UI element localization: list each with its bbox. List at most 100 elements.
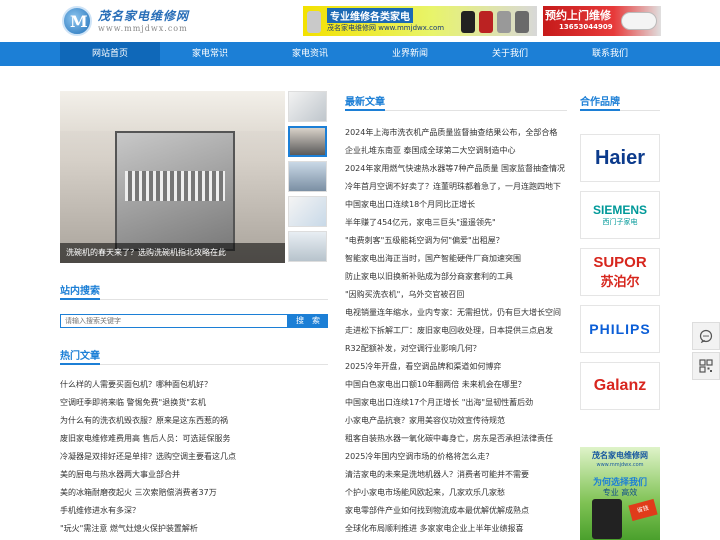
brand-name: SIEMENS [592,203,647,217]
hot-article-link[interactable]: 手机维修进水有多深？ [60,502,328,520]
latest-article-link[interactable]: "电费刺客"五级能耗空调为何"偏爱"出租屋？ [345,232,567,250]
hot-article-link[interactable]: 为什么有的洗衣机毁衣服？原来是这东西惹的祸 [60,412,328,430]
nav-item-knowledge[interactable]: 家电常识 [160,42,260,66]
site-logo[interactable]: M 茂名家电维修网 www.mmjdwx.com [62,6,197,36]
latest-article-link[interactable]: 个护小家电市场能风欧起来，几家欢乐几家愁 [345,484,567,502]
ad-title: 茂名家电维修网 [592,451,648,460]
hot-section-title: 热门文章 [60,351,100,362]
latest-article-link[interactable]: 防止家电以旧换新补贴成为部分商家套利的工具 [345,268,567,286]
dish-rack-image [125,171,225,201]
qrcode-button[interactable] [692,352,720,380]
ad-slogan-sub: 专业 高效 [602,488,638,497]
slider-thumb[interactable] [288,126,327,157]
search-button[interactable]: 搜 索 [288,314,328,328]
ad-badge: 省钱 [628,498,658,522]
appliance-image [479,11,493,33]
brand-logo-galanz[interactable]: Galanz [580,362,660,410]
title-underline [60,298,100,300]
hot-article-list: 什么样的人需要买面包机？哪种面包机好？ 空调旺季即将来临 警惕免费"退换货"玄机… [60,376,328,538]
title-underline [345,109,385,111]
hot-article-link[interactable]: 美的厨电与热水器两大事业部合并 [60,466,328,484]
slider-thumb[interactable] [288,161,327,192]
divider [60,299,328,300]
ad-url: www.mmjdwx.com [596,462,644,468]
latest-article-link[interactable]: 智能家电出海正当时，国产智能硬件厂商加速突围 [345,250,567,268]
latest-article-link[interactable]: 租客自装热水器一氧化碳中毒身亡，房东是否承担法律责任 [345,430,567,448]
featured-slider[interactable]: 洗碗机的春天来了？选购洗碗机指北攻略在此 [60,91,285,263]
nav-item-contact[interactable]: 联系我们 [560,42,660,66]
latest-article-link[interactable]: 2025冷年开盘，看空调品牌和渠道如何博弈 [345,358,567,376]
banner-repair-services[interactable]: 专业维修各类家电 茂名家电维修网 www.mmjdwx.com [303,6,537,36]
appliance-image [497,11,511,33]
slider-background [60,91,285,131]
banner-booking[interactable]: 预约上门维修 13653044909 [543,6,661,36]
nav-item-about[interactable]: 关于我们 [460,42,560,66]
latest-article-link[interactable]: 全球化布局顺利推进 多家家电企业上半年业绩报喜 [345,520,567,538]
hot-article-link[interactable]: 空调旺季即将来临 警惕免费"退换货"玄机 [60,394,328,412]
search-section-title: 站内搜索 [60,286,100,297]
search-input[interactable] [60,314,288,328]
logo-emblem: M [62,6,92,36]
latest-article-link[interactable]: 2024年上海市洗衣机产品质量监督抽查结果公布，全部合格 [345,124,567,142]
brand-name: Haier [594,146,646,169]
banner-title: 专业维修各类家电 [327,8,413,23]
latest-section-title: 最新文章 [345,97,385,108]
appliance-image [461,11,475,33]
latest-article-link[interactable]: 电视销量连年缩水，业内专家：无需担忧，仍有巨大增长空间 [345,304,567,322]
banner-subtitle: 茂名家电维修网 www.mmjdwx.com [327,24,445,32]
latest-article-list: 2024年上海市洗衣机产品质量监督抽查结果公布，全部合格 企业扎堆东南亚 泰国成… [345,124,567,538]
latest-article-link[interactable]: 2024年家用燃气快速热水器等7种产品质量 国家监督抽查情况 [345,160,567,178]
brands-section-title: 合作品牌 [580,97,620,108]
latest-article-link[interactable]: 冷年首月空调不好卖了？连董明珠都着急了，一月连跑四地下 [345,178,567,196]
booking-phone: 13653044909 [559,23,613,31]
brand-name: SUPOR [593,254,647,271]
phone-image [592,499,622,539]
qrcode-icon [699,359,713,373]
hot-article-link[interactable]: 废旧家电维修难费用高 售后人员：可选延保服务 [60,430,328,448]
slider-caption[interactable]: 洗碗机的春天来了？选购洗碗机指北攻略在此 [60,243,285,263]
brand-subname: 西门子家电 [602,218,638,226]
slider-thumb[interactable] [288,91,327,122]
brand-logo-haier[interactable]: Haier [580,134,660,182]
latest-article-link[interactable]: R32配额补发，对空调行业影响几何？ [345,340,567,358]
chat-button[interactable] [692,322,720,350]
brand-logo-siemens[interactable]: SIEMENS 西门子家电 [580,191,660,239]
latest-article-link[interactable]: 企业扎堆东南亚 泰国成全球第二大空调制造中心 [345,142,567,160]
appliance-image [515,11,529,33]
brand-subname: 苏泊尔 [600,275,640,290]
water-heater-image [621,12,657,30]
latest-article-link[interactable]: 清洁家电的未来是洗地机器人？消费者可能并不需要 [345,466,567,484]
latest-article-link[interactable]: 家电零部件产业如何找到物流成本最优解优解成熟点 [345,502,567,520]
sidebar-ad[interactable]: 茂名家电维修网 www.mmjdwx.com 为何选择我们 专业 高效 省钱 [580,447,660,540]
brand-name: PHILIPS [589,321,651,337]
brand-logo-supor[interactable]: SUPOR 苏泊尔 [580,248,660,296]
latest-article-link[interactable]: 中国家电出口连续18个月同比正增长 [345,196,567,214]
main-nav: 网站首页 家电常识 家电资讯 业界新闻 关于我们 联系我们 [0,42,720,66]
latest-article-link[interactable]: 半年赚了454亿元，家电三巨头"遥遥领先" [345,214,567,232]
latest-article-link[interactable]: 中国白色家电出口额10年翻两倍 未来机会在哪里？ [345,376,567,394]
latest-article-link[interactable]: 2025冷年国内空调市场的价格将怎么走？ [345,448,567,466]
site-header: M 茂名家电维修网 www.mmjdwx.com 专业维修各类家电 茂名家电维修… [0,0,720,42]
chat-icon [699,329,713,343]
latest-article-link[interactable]: 走进松下拆解工厂：废旧家电回收处理，日本提供三点启发 [345,322,567,340]
nav-item-news[interactable]: 家电资讯 [260,42,360,66]
latest-article-link[interactable]: "因购买洗衣机"，乌外交官被召回 [345,286,567,304]
title-underline [60,363,100,365]
hot-article-link[interactable]: "玩火"需注意 燃气灶熄火保护装置解析 [60,520,328,538]
hot-article-link[interactable]: 美的冰箱耐磨夜起火 三次索赔偿消费者37万 [60,484,328,502]
booking-title: 预约上门维修 [545,9,611,22]
logo-url: www.mmjdwx.com [98,24,188,33]
slider-thumb[interactable] [288,231,327,262]
slider-thumb[interactable] [288,196,327,227]
nav-item-industry[interactable]: 业界新闻 [360,42,460,66]
divider [60,364,328,365]
hot-article-link[interactable]: 冷凝器是双排好还是单排？选购空调主要看这几点 [60,448,328,466]
title-underline [580,109,620,111]
latest-article-link[interactable]: 中国家电出口连续17个月正增长 "出海"显韧性蓄后劲 [345,394,567,412]
hot-article-link[interactable]: 什么样的人需要买面包机？哪种面包机好？ [60,376,328,394]
brand-logo-philips[interactable]: PHILIPS [580,305,660,353]
logo-letter: M [70,12,88,31]
appliance-image [307,11,321,33]
nav-item-home[interactable]: 网站首页 [60,42,160,66]
latest-article-link[interactable]: 小家电产品抗衰？家用美容仪功效宣传待规范 [345,412,567,430]
